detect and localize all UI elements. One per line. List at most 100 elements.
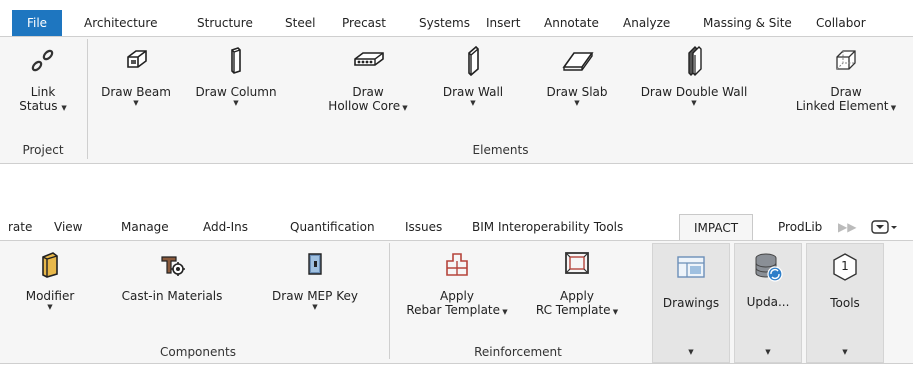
link-status-button[interactable]: Link Status ▼ xyxy=(8,45,78,115)
draw-double-wall-label: Draw Double Wall xyxy=(640,85,748,99)
chevron-down-icon: ▼ xyxy=(765,348,771,356)
draw-slab-button[interactable]: Draw Slab ▼ xyxy=(540,45,614,107)
bottom-panel-area: Modifier ▼ Cast-in Materials Draw MEP Ke… xyxy=(0,240,913,364)
hollow-core-icon xyxy=(354,52,384,66)
draw-mep-key-label: Draw MEP Key xyxy=(272,289,358,303)
modifier-button[interactable]: Modifier ▼ xyxy=(18,249,82,311)
draw-hollow-core-label-2: Hollow Core ▼ xyxy=(328,99,408,113)
chevron-down-icon: ▼ xyxy=(610,308,619,316)
modifier-icon xyxy=(42,252,58,278)
draw-wall-label: Draw Wall xyxy=(442,85,504,99)
tools-icon: 1 xyxy=(830,252,860,282)
tab-annotate[interactable]: Annotate xyxy=(544,10,599,36)
double-wall-icon xyxy=(688,46,702,76)
chevron-down-icon: ▼ xyxy=(133,99,139,107)
chevron-down-icon: ▼ xyxy=(688,348,694,356)
beam-icon xyxy=(127,50,147,68)
tools-label: Tools xyxy=(830,296,860,310)
draw-column-button[interactable]: Draw Column ▼ xyxy=(192,45,280,107)
update-button[interactable]: Upda... ▼ xyxy=(734,243,802,363)
update-label: Upda... xyxy=(746,295,790,309)
tools-button[interactable]: 1 Tools ▼ xyxy=(806,243,884,363)
chevron-down-icon: ▼ xyxy=(400,104,408,112)
draw-wall-button[interactable]: Draw Wall ▼ xyxy=(440,45,506,107)
modifier-label: Modifier xyxy=(25,289,75,303)
panel-title-reinforcement: Reinforcement xyxy=(474,345,562,359)
chevron-down-icon: ▼ xyxy=(842,348,848,356)
tab-issues[interactable]: Issues xyxy=(405,214,442,240)
panel-toggle-icon[interactable] xyxy=(870,214,900,240)
tab-systems[interactable]: Systems xyxy=(419,10,470,36)
linked-element-icon xyxy=(836,50,856,70)
draw-beam-button[interactable]: Draw Beam ▼ xyxy=(96,45,176,107)
draw-slab-label: Draw Slab xyxy=(546,85,608,99)
tab-structure[interactable]: Structure xyxy=(197,10,253,36)
cast-in-materials-icon xyxy=(161,256,185,276)
link-status-label-1: Link xyxy=(30,85,56,99)
apply-rebar-template-label-2: Rebar Template ▼ xyxy=(406,303,508,317)
panel-separator xyxy=(87,39,88,159)
wall-icon xyxy=(468,45,479,77)
top-tab-bar: File Architecture Structure Steel Precas… xyxy=(0,10,913,36)
bottom-tab-bar: rate View Manage Add-Ins Quantification … xyxy=(0,214,913,241)
draw-linked-element-button[interactable]: Draw Linked Element ▼ xyxy=(788,45,904,115)
draw-beam-label: Draw Beam xyxy=(101,85,171,99)
tab-prodlib[interactable]: ProdLib xyxy=(778,214,822,240)
tab-view[interactable]: View xyxy=(54,214,82,240)
draw-mep-key-button[interactable]: Draw MEP Key ▼ xyxy=(260,249,370,311)
tab-quantification[interactable]: Quantification xyxy=(290,214,375,240)
panel-title-components: Components xyxy=(160,345,236,359)
chevron-down-icon: ▼ xyxy=(500,308,508,316)
tab-massing-site[interactable]: Massing & Site xyxy=(703,10,792,36)
drawings-label: Drawings xyxy=(662,296,720,310)
chevron-down-icon: ▼ xyxy=(233,99,239,107)
apply-rc-template-button[interactable]: Apply RC Template ▼ xyxy=(522,249,632,319)
tab-bim-interoperability-tools[interactable]: BIM Interoperability Tools xyxy=(472,214,623,240)
tab-insert[interactable]: Insert xyxy=(486,10,520,36)
slab-icon xyxy=(562,52,594,71)
tab-annotate-partial[interactable]: rate xyxy=(8,214,32,240)
draw-double-wall-button[interactable]: Draw Double Wall ▼ xyxy=(638,45,750,107)
tools-badge: 1 xyxy=(841,259,849,273)
chevron-down-icon: ▼ xyxy=(574,99,580,107)
apply-rebar-template-label-1: Apply xyxy=(440,289,474,303)
column-icon xyxy=(231,47,241,74)
chevron-down-icon: ▼ xyxy=(691,99,697,107)
chevron-down-icon: ▼ xyxy=(470,99,476,107)
draw-hollow-core-label-1: Draw xyxy=(352,85,384,99)
apply-rc-template-label-2: RC Template ▼ xyxy=(535,303,619,317)
more-tabs-icon[interactable]: ▶▶ xyxy=(838,214,856,240)
draw-linked-element-label-1: Draw xyxy=(830,85,862,99)
chevron-down-icon: ▼ xyxy=(61,104,67,112)
tab-file[interactable]: File xyxy=(12,10,62,36)
draw-column-label: Draw Column xyxy=(195,85,277,99)
drawings-button[interactable]: Drawings ▼ xyxy=(652,243,730,363)
link-icon xyxy=(31,49,54,72)
tab-analyze[interactable]: Analyze xyxy=(623,10,670,36)
chevron-down-icon: ▼ xyxy=(888,104,897,112)
link-status-label-2: Status ▼ xyxy=(19,99,67,113)
cast-in-materials-button[interactable]: Cast-in Materials xyxy=(104,249,240,303)
top-panel-area: Link Status ▼ Project Draw Beam ▼ Draw C… xyxy=(0,36,913,164)
rebar-template-icon xyxy=(446,253,468,276)
mep-key-icon xyxy=(308,253,322,275)
chevron-down-icon: ▼ xyxy=(312,303,318,311)
rc-template-icon xyxy=(565,252,589,274)
tab-architecture[interactable]: Architecture xyxy=(84,10,157,36)
database-refresh-icon xyxy=(755,253,783,282)
panel-title-project: Project xyxy=(22,143,64,157)
apply-rebar-template-button[interactable]: Apply Rebar Template ▼ xyxy=(402,249,512,319)
tab-steel[interactable]: Steel xyxy=(285,10,315,36)
draw-hollow-core-button[interactable]: Draw Hollow Core ▼ xyxy=(328,45,408,115)
panel-title-elements: Elements xyxy=(472,143,529,157)
tab-add-ins[interactable]: Add-Ins xyxy=(203,214,248,240)
draw-linked-element-label-2: Linked Element ▼ xyxy=(795,99,897,113)
chevron-down-icon: ▼ xyxy=(47,303,53,311)
tab-collaborate[interactable]: Collabor xyxy=(816,10,866,36)
tab-precast[interactable]: Precast xyxy=(342,10,386,36)
tab-impact[interactable]: IMPACT xyxy=(679,214,753,241)
drawings-icon xyxy=(677,256,705,278)
tab-manage[interactable]: Manage xyxy=(121,214,169,240)
cast-in-materials-label: Cast-in Materials xyxy=(121,289,223,303)
apply-rc-template-label-1: Apply xyxy=(560,289,594,303)
